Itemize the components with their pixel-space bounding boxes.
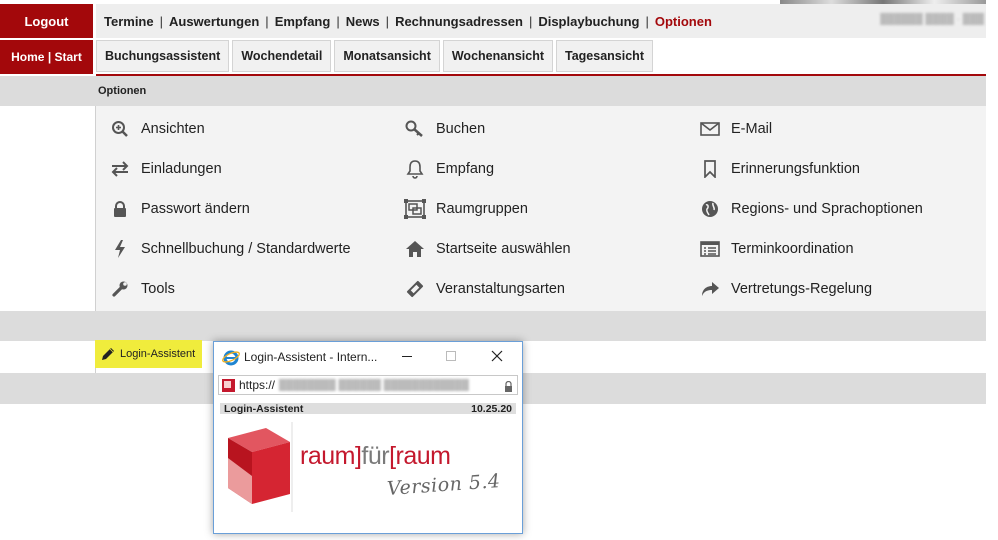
nav-separator: | <box>265 13 269 29</box>
ie-icon <box>222 348 240 369</box>
option-terminkoordination[interactable]: Terminkoordination <box>699 238 854 260</box>
nav-separator: | <box>385 13 390 29</box>
nav-empfang[interactable]: Empfang <box>275 14 331 29</box>
option-label: Vertretungs-Regelung <box>731 281 873 297</box>
app-logo: raum]für[raum Version 5.4 <box>222 422 512 522</box>
option-buchen[interactable]: Buchen <box>404 118 485 140</box>
object-group-icon <box>404 198 426 220</box>
section-title: Optionen <box>98 85 147 97</box>
tab-monatsansicht[interactable]: Monatsansicht <box>334 40 440 72</box>
zoom-in-icon <box>109 118 131 140</box>
option-raumgruppen[interactable]: Raumgruppen <box>404 198 528 220</box>
popup-version-number: 10.25.20 <box>471 402 512 415</box>
maximize-icon <box>446 351 456 361</box>
nav-rechnungsadressen[interactable]: Rechnungsadressen <box>395 14 523 29</box>
home-icon <box>404 238 426 260</box>
key-icon <box>404 118 426 140</box>
lock-icon <box>504 380 513 395</box>
option-ansichten[interactable]: Ansichten <box>109 118 205 140</box>
minimize-button[interactable] <box>398 344 416 368</box>
window-title: Login-Assistent - Intern... <box>244 350 378 364</box>
logout-button[interactable]: Logout <box>0 4 93 38</box>
header-image-strip <box>780 0 986 4</box>
nav-separator: | <box>528 13 533 29</box>
globe-icon <box>699 198 721 220</box>
close-icon <box>491 350 503 362</box>
option-tools[interactable]: Tools <box>109 278 175 300</box>
pencil-icon <box>101 347 115 361</box>
nav-separator: | <box>645 13 649 29</box>
site-favicon-icon <box>222 378 235 392</box>
login-assistant-label: Login-Assistent <box>120 348 196 360</box>
option-veranstaltungsarten[interactable]: Veranstaltungsarten <box>404 278 565 300</box>
tab-wochenansicht[interactable]: Wochenansicht <box>442 40 554 72</box>
option-label: Ansichten <box>141 121 205 137</box>
bell-icon <box>404 158 426 180</box>
option-label: Veranstaltungsarten <box>436 281 565 297</box>
separator-band <box>0 311 986 341</box>
option-startseite[interactable]: Startseite auswählen <box>404 238 571 260</box>
maximize-button[interactable] <box>442 344 460 368</box>
nav-separator: | <box>159 13 163 29</box>
option-schnellbuchung[interactable]: Schnellbuchung / Standardwerte <box>109 238 351 260</box>
home-start-button[interactable]: Home | Start <box>0 40 93 74</box>
option-label: Schnellbuchung / Standardwerte <box>141 241 351 257</box>
nav-auswertungen[interactable]: Auswertungen <box>169 14 259 29</box>
tab-wochendetail[interactable]: Wochendetail <box>232 40 332 72</box>
option-vertretungs-regelung[interactable]: Vertretungs-Regelung <box>699 278 872 300</box>
bolt-icon <box>109 238 131 260</box>
option-label: Startseite auswählen <box>436 241 571 257</box>
nav-news[interactable]: News <box>346 14 380 29</box>
popup-header-bar: Login-Assistent 10.25.20 <box>220 402 516 415</box>
option-label: Passwort ändern <box>141 201 250 217</box>
nav-termine[interactable]: Termine <box>104 14 154 29</box>
option-einladungen[interactable]: Einladungen <box>109 158 222 180</box>
login-assistant-popup: Login-Assistent - Intern... https:// ███… <box>213 341 523 534</box>
option-label: Einladungen <box>141 161 222 177</box>
nav-separator: | <box>336 13 340 29</box>
share-arrow-icon <box>699 278 721 300</box>
url-prefix: https:// <box>239 378 276 392</box>
address-bar[interactable]: https:// ████████ ██████ ████████████ <box>218 375 518 395</box>
section-band <box>0 76 986 106</box>
option-email[interactable]: E-Mail <box>699 118 772 140</box>
login-assistant-button[interactable]: Login-Assistent <box>95 340 202 368</box>
popup-header-title: Login-Assistent <box>224 402 304 415</box>
option-label: Erinnerungsfunktion <box>731 161 860 177</box>
tab-buchungsassistent[interactable]: Buchungsassistent <box>96 40 230 72</box>
option-label: Terminkoordination <box>731 241 854 257</box>
option-empfang[interactable]: Empfang <box>404 158 494 180</box>
option-regionsoptionen[interactable]: Regions- und Sprachoptionen <box>699 198 923 220</box>
url-blurred: ████████ ██████ ████████████ <box>279 379 469 391</box>
minimize-icon <box>402 355 412 357</box>
wrench-icon <box>109 278 131 300</box>
option-label: Tools <box>141 281 175 297</box>
option-label: Raumgruppen <box>436 201 528 217</box>
envelope-icon <box>699 118 721 140</box>
lock-icon <box>109 198 131 220</box>
exchange-arrows-icon <box>109 158 131 180</box>
logo-text-raum: raum] <box>300 442 362 470</box>
tab-tagesansicht[interactable]: Tagesansicht <box>556 40 653 72</box>
options-panel: Ansichten Einladungen Passwort ändern Sc… <box>96 106 986 311</box>
option-passwort[interactable]: Passwort ändern <box>109 198 250 220</box>
nav-displaybuchung[interactable]: Displaybuchung <box>538 14 639 29</box>
logo-text-raum-2: [raum <box>389 442 451 470</box>
bookmark-icon <box>699 158 721 180</box>
option-label: Regions- und Sprachoptionen <box>731 201 923 217</box>
ticket-icon <box>404 278 426 300</box>
logo-version-text: Version 5.4 <box>386 470 502 500</box>
option-erinnerungsfunktion[interactable]: Erinnerungsfunktion <box>699 158 860 180</box>
logo-text-fuer: für <box>361 442 390 470</box>
top-navigation: Termine | Auswertungen | Empfang | News … <box>96 4 986 38</box>
view-tabs: Buchungsassistent Wochendetail Monatsans… <box>96 40 653 74</box>
list-alt-icon <box>699 238 721 260</box>
close-button[interactable] <box>486 344 508 368</box>
option-label: Empfang <box>436 161 495 177</box>
option-label: E-Mail <box>731 121 773 137</box>
option-label: Buchen <box>436 121 486 137</box>
nav-optionen[interactable]: Optionen <box>655 14 712 29</box>
user-info-blurred: ██████ ████ · ███ <box>880 14 984 25</box>
